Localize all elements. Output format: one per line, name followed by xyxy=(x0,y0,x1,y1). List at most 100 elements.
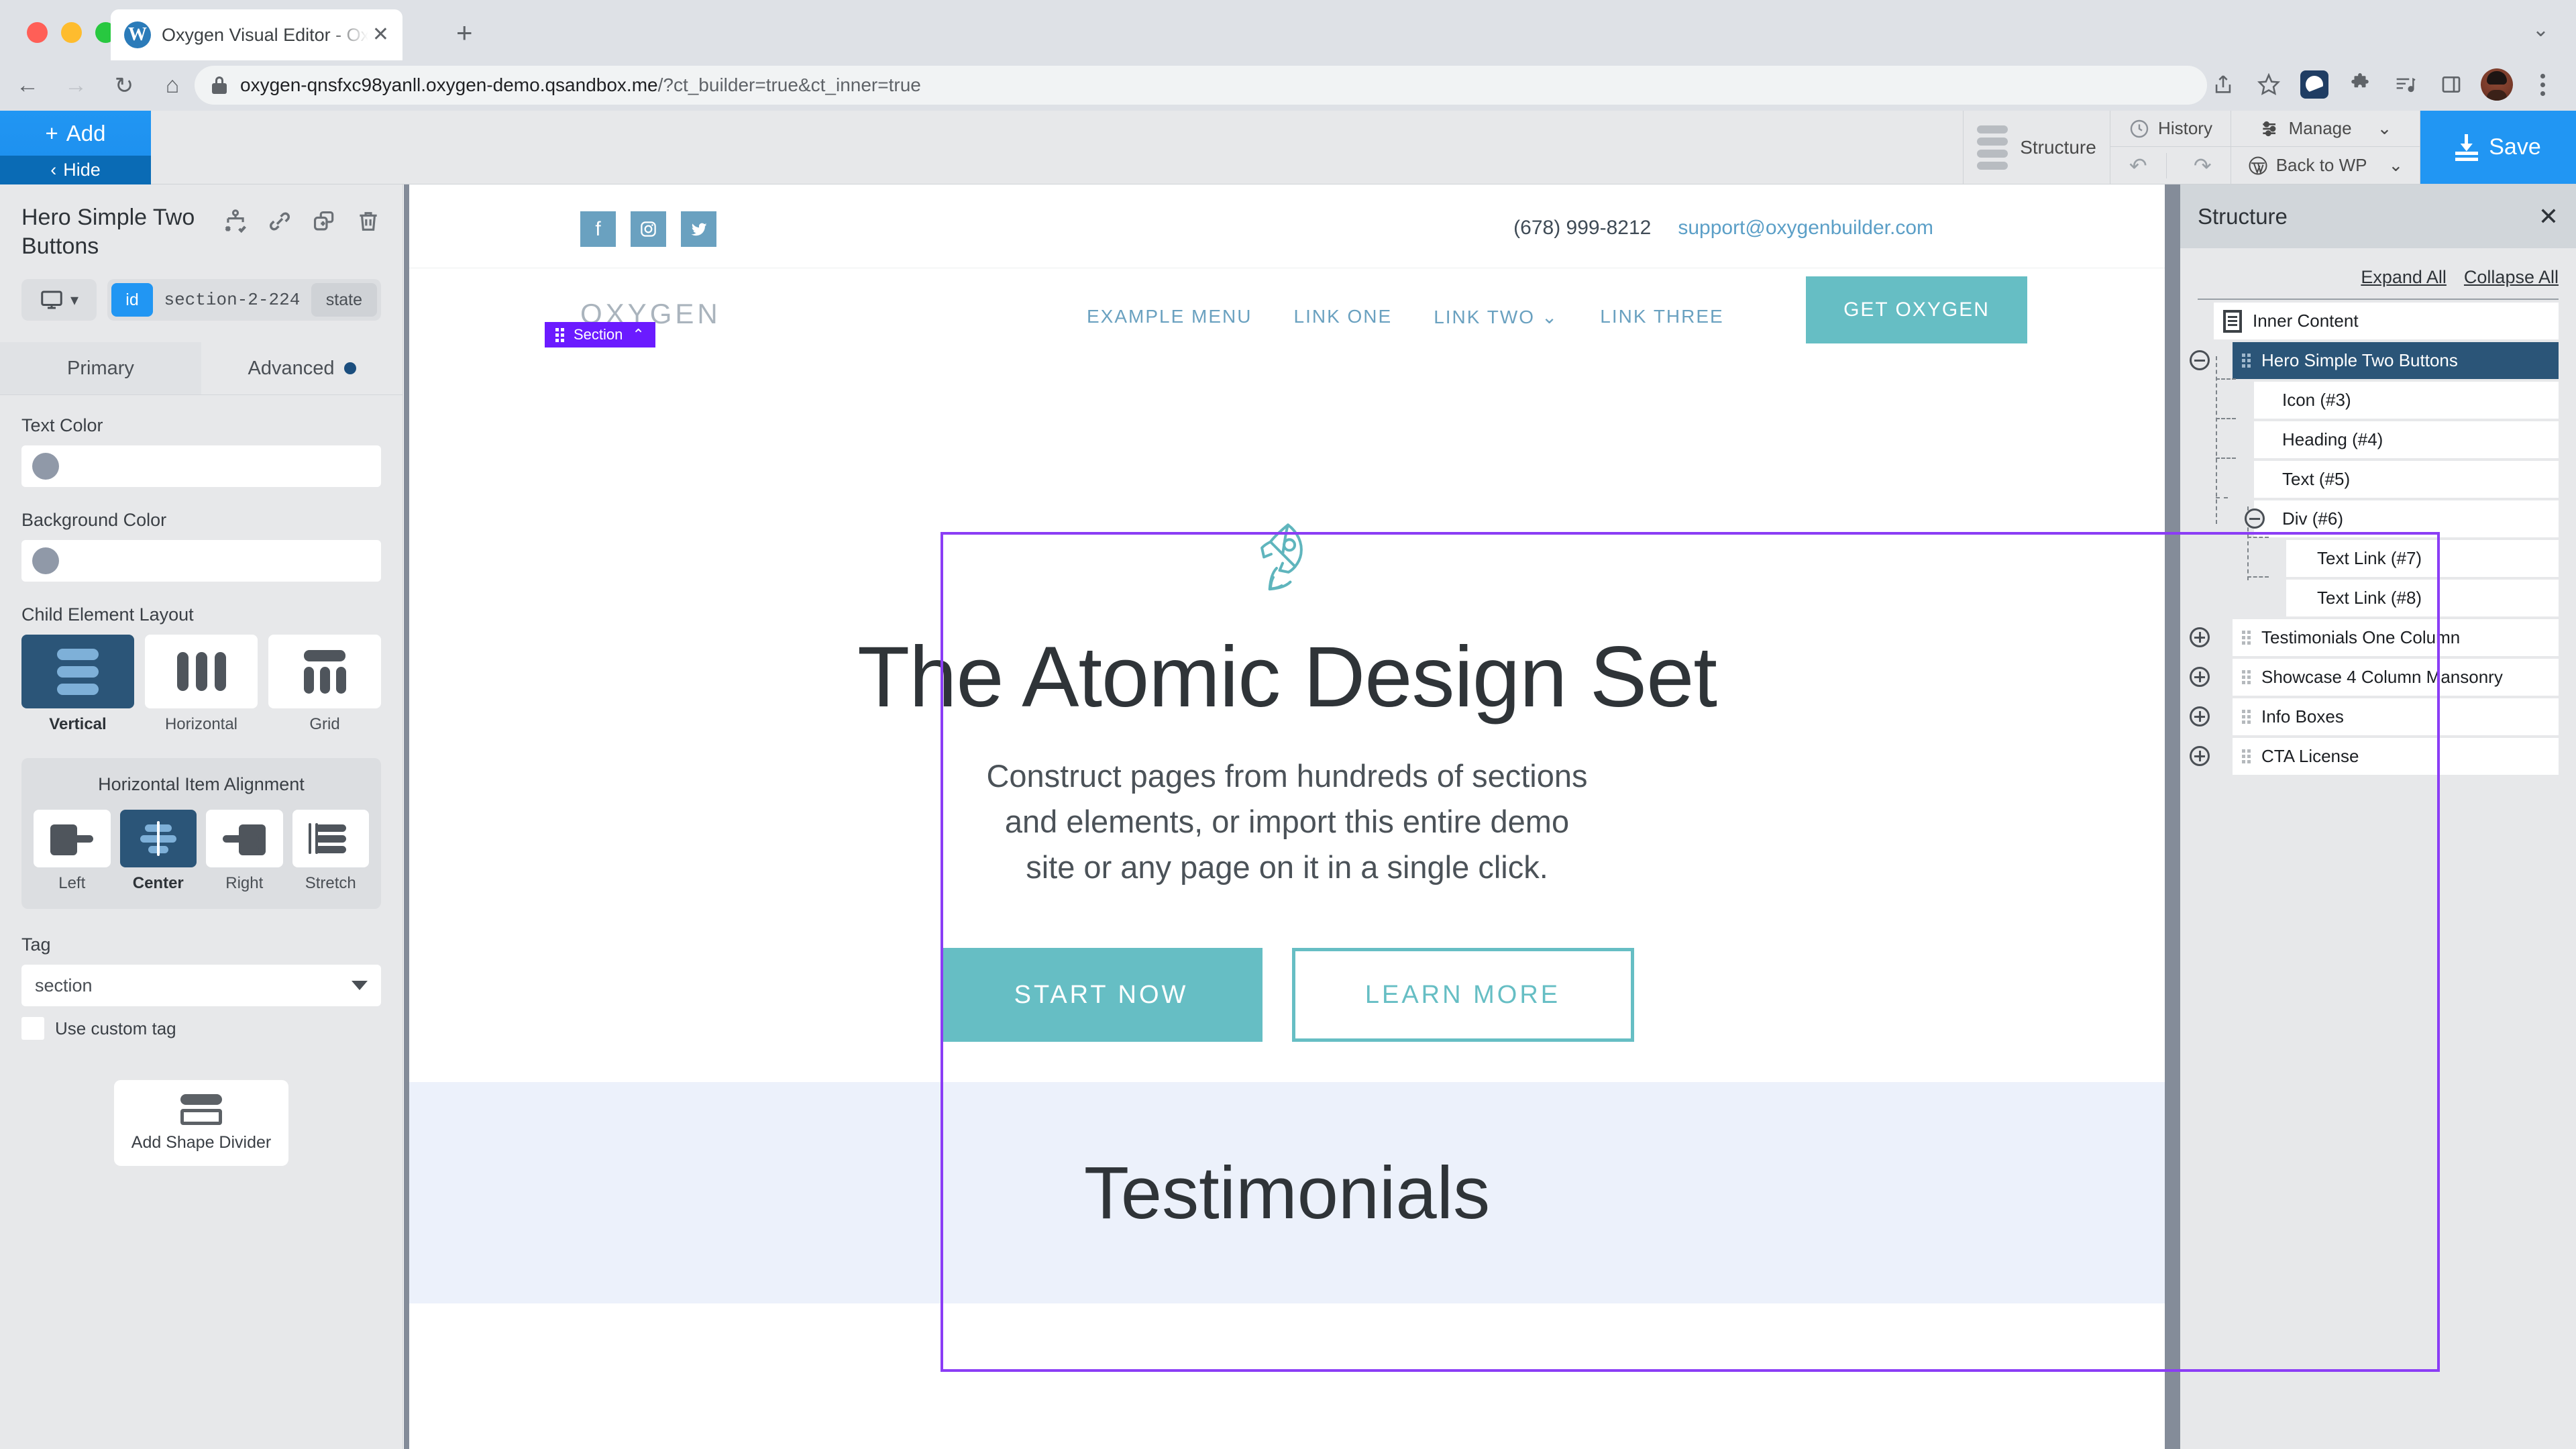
tree-node-text-5[interactable]: Text (#5) xyxy=(2254,461,2559,498)
email-link[interactable]: support@oxygenbuilder.com xyxy=(1678,217,1933,239)
address-bar[interactable]: oxygen-qnsfxc98yanll.oxygen-demo.qsandbo… xyxy=(195,66,2207,105)
tree-node-text-link-7[interactable]: Text Link (#7) xyxy=(2286,540,2559,577)
expand-all-link[interactable]: Expand All xyxy=(2361,267,2447,288)
nav-link-two[interactable]: LINK TWO ⌄ xyxy=(1434,306,1558,328)
share-icon[interactable] xyxy=(2203,64,2243,105)
learn-more-button[interactable]: LEARN MORE xyxy=(1291,948,1634,1042)
tree-node-heading-4[interactable]: Heading (#4) xyxy=(2254,421,2559,458)
nav-link-example-menu[interactable]: EXAMPLE MENU xyxy=(1087,306,1252,328)
expand-node-icon[interactable] xyxy=(2190,667,2210,687)
tag-select[interactable]: section xyxy=(21,965,381,1006)
get-oxygen-button[interactable]: GET OXYGEN xyxy=(1806,276,2027,343)
profile-avatar[interactable] xyxy=(2477,64,2517,105)
align-option-stretch[interactable]: Stretch xyxy=(292,810,369,893)
add-shape-divider-button[interactable]: Add Shape Divider xyxy=(114,1080,288,1166)
tree-node-hero-simple-two-buttons[interactable]: Hero Simple Two Buttons xyxy=(2233,342,2559,379)
color-swatch[interactable] xyxy=(32,453,59,480)
tree-node-info-boxes[interactable]: Info Boxes xyxy=(2233,698,2559,735)
id-chip[interactable]: id xyxy=(111,283,153,317)
phone-number[interactable]: (678) 999-8212 xyxy=(1513,217,1651,239)
history-button[interactable]: History xyxy=(2110,111,2231,147)
drag-handle-icon[interactable] xyxy=(2242,631,2251,645)
background-color-input[interactable] xyxy=(21,540,381,582)
tree-node-icon-3[interactable]: Icon (#3) xyxy=(2254,382,2559,419)
color-swatch[interactable] xyxy=(32,547,59,574)
bookmark-star-icon[interactable] xyxy=(2249,64,2289,105)
pocket-extension-icon[interactable] xyxy=(2294,64,2334,105)
undo-button[interactable]: ↶ xyxy=(2110,152,2167,178)
duplicate-icon[interactable] xyxy=(311,209,337,237)
tab-advanced[interactable]: Advanced xyxy=(201,342,402,394)
id-input[interactable]: section-2-224 xyxy=(153,290,311,310)
tab-primary[interactable]: Primary xyxy=(0,342,201,394)
tree-node-showcase-4-column-mansonry[interactable]: Showcase 4 Column Mansonry xyxy=(2233,659,2559,696)
hero-heading[interactable]: The Atomic Design Set xyxy=(409,628,2165,727)
back-button[interactable]: ← xyxy=(7,65,48,107)
nav-link-one[interactable]: LINK ONE xyxy=(1294,306,1393,328)
instagram-icon[interactable] xyxy=(631,211,666,247)
collapse-node-icon[interactable] xyxy=(2190,350,2210,370)
select-parent-icon[interactable] xyxy=(223,209,248,237)
collapse-all-link[interactable]: Collapse All xyxy=(2464,267,2559,288)
element-id-field[interactable]: id section-2-224 state xyxy=(107,279,381,321)
text-color-input[interactable] xyxy=(21,445,381,487)
drag-handle-icon[interactable] xyxy=(2242,710,2251,724)
forward-button[interactable]: → xyxy=(55,65,97,107)
kebab-menu-icon[interactable] xyxy=(2522,64,2563,105)
reading-list-icon[interactable] xyxy=(2385,64,2426,105)
back-to-wp-button[interactable]: Back to WP ⌄ xyxy=(2231,147,2420,184)
drag-handle-icon[interactable] xyxy=(2242,749,2251,763)
align-option-left[interactable]: Left xyxy=(34,810,111,893)
tree-node-text-link-8[interactable]: Text Link (#8) xyxy=(2286,580,2559,616)
delete-icon[interactable] xyxy=(356,209,381,237)
tree-node-testimonials-one-column[interactable]: Testimonials One Column xyxy=(2233,619,2559,656)
collapse-node-icon[interactable] xyxy=(2245,508,2265,529)
state-chip[interactable]: state xyxy=(311,283,377,317)
tree-node-cta-license[interactable]: CTA License xyxy=(2233,738,2559,775)
chevron-down-icon[interactable]: ⌄ xyxy=(2532,20,2549,40)
drag-handle-icon[interactable] xyxy=(2242,354,2251,368)
close-icon[interactable]: ✕ xyxy=(2538,204,2559,229)
device-selector[interactable]: ▾ xyxy=(21,279,97,321)
section-badge[interactable]: Section ⌃ xyxy=(545,322,655,347)
home-button[interactable]: ⌂ xyxy=(152,65,193,107)
layout-option-horizontal[interactable]: Horizontal xyxy=(145,635,258,734)
redo-button[interactable]: ↷ xyxy=(2175,153,2231,178)
new-tab-button[interactable]: + xyxy=(456,19,473,47)
hide-panel-button[interactable]: ‹ Hide xyxy=(0,156,151,184)
structure-toggle-button[interactable]: Structure xyxy=(1963,111,2110,184)
tree-node-inner-content[interactable]: Inner Content xyxy=(2214,303,2559,339)
testimonials-section[interactable]: Testimonials xyxy=(409,1082,2165,1304)
expand-node-icon[interactable] xyxy=(2190,627,2210,647)
manage-button[interactable]: Manage ⌄ xyxy=(2231,111,2420,147)
hero-section[interactable]: The Atomic Design Set Construct pages fr… xyxy=(409,356,2165,1042)
chevron-up-icon[interactable]: ⌃ xyxy=(632,326,644,343)
nav-link-three[interactable]: LINK THREE xyxy=(1600,306,1723,328)
link-icon[interactable] xyxy=(267,209,292,237)
close-icon[interactable]: ✕ xyxy=(372,25,389,45)
use-custom-tag-row[interactable]: Use custom tag xyxy=(21,1017,381,1040)
drag-handle-icon[interactable] xyxy=(2242,670,2251,684)
reload-button[interactable]: ↻ xyxy=(103,65,145,107)
use-custom-tag-checkbox[interactable] xyxy=(21,1017,44,1040)
drag-handle-icon[interactable] xyxy=(555,327,564,342)
layout-option-grid[interactable]: Grid xyxy=(268,635,381,734)
expand-node-icon[interactable] xyxy=(2190,746,2210,766)
minimize-window-button[interactable] xyxy=(61,22,82,43)
start-now-button[interactable]: START NOW xyxy=(940,948,1263,1042)
expand-node-icon[interactable] xyxy=(2190,706,2210,727)
side-panel-icon[interactable] xyxy=(2431,64,2471,105)
twitter-icon[interactable] xyxy=(681,211,716,247)
facebook-icon[interactable]: f xyxy=(580,211,616,247)
save-button[interactable]: Save xyxy=(2420,111,2576,184)
layout-option-vertical[interactable]: Vertical xyxy=(21,635,134,734)
window-traffic-lights[interactable] xyxy=(27,22,116,43)
align-option-center[interactable]: Center xyxy=(119,810,197,893)
close-window-button[interactable] xyxy=(27,22,48,43)
puzzle-extension-icon[interactable] xyxy=(2340,64,2380,105)
page-preview[interactable]: f (678) 999-8212 support@oxygenbuilder.c… xyxy=(409,184,2165,1449)
tree-node-div-6[interactable]: Div (#6) xyxy=(2254,500,2559,537)
align-option-right[interactable]: Right xyxy=(206,810,283,893)
hero-paragraph[interactable]: Construct pages from hundreds of section… xyxy=(409,753,2165,890)
add-element-button[interactable]: + Add xyxy=(0,111,151,156)
